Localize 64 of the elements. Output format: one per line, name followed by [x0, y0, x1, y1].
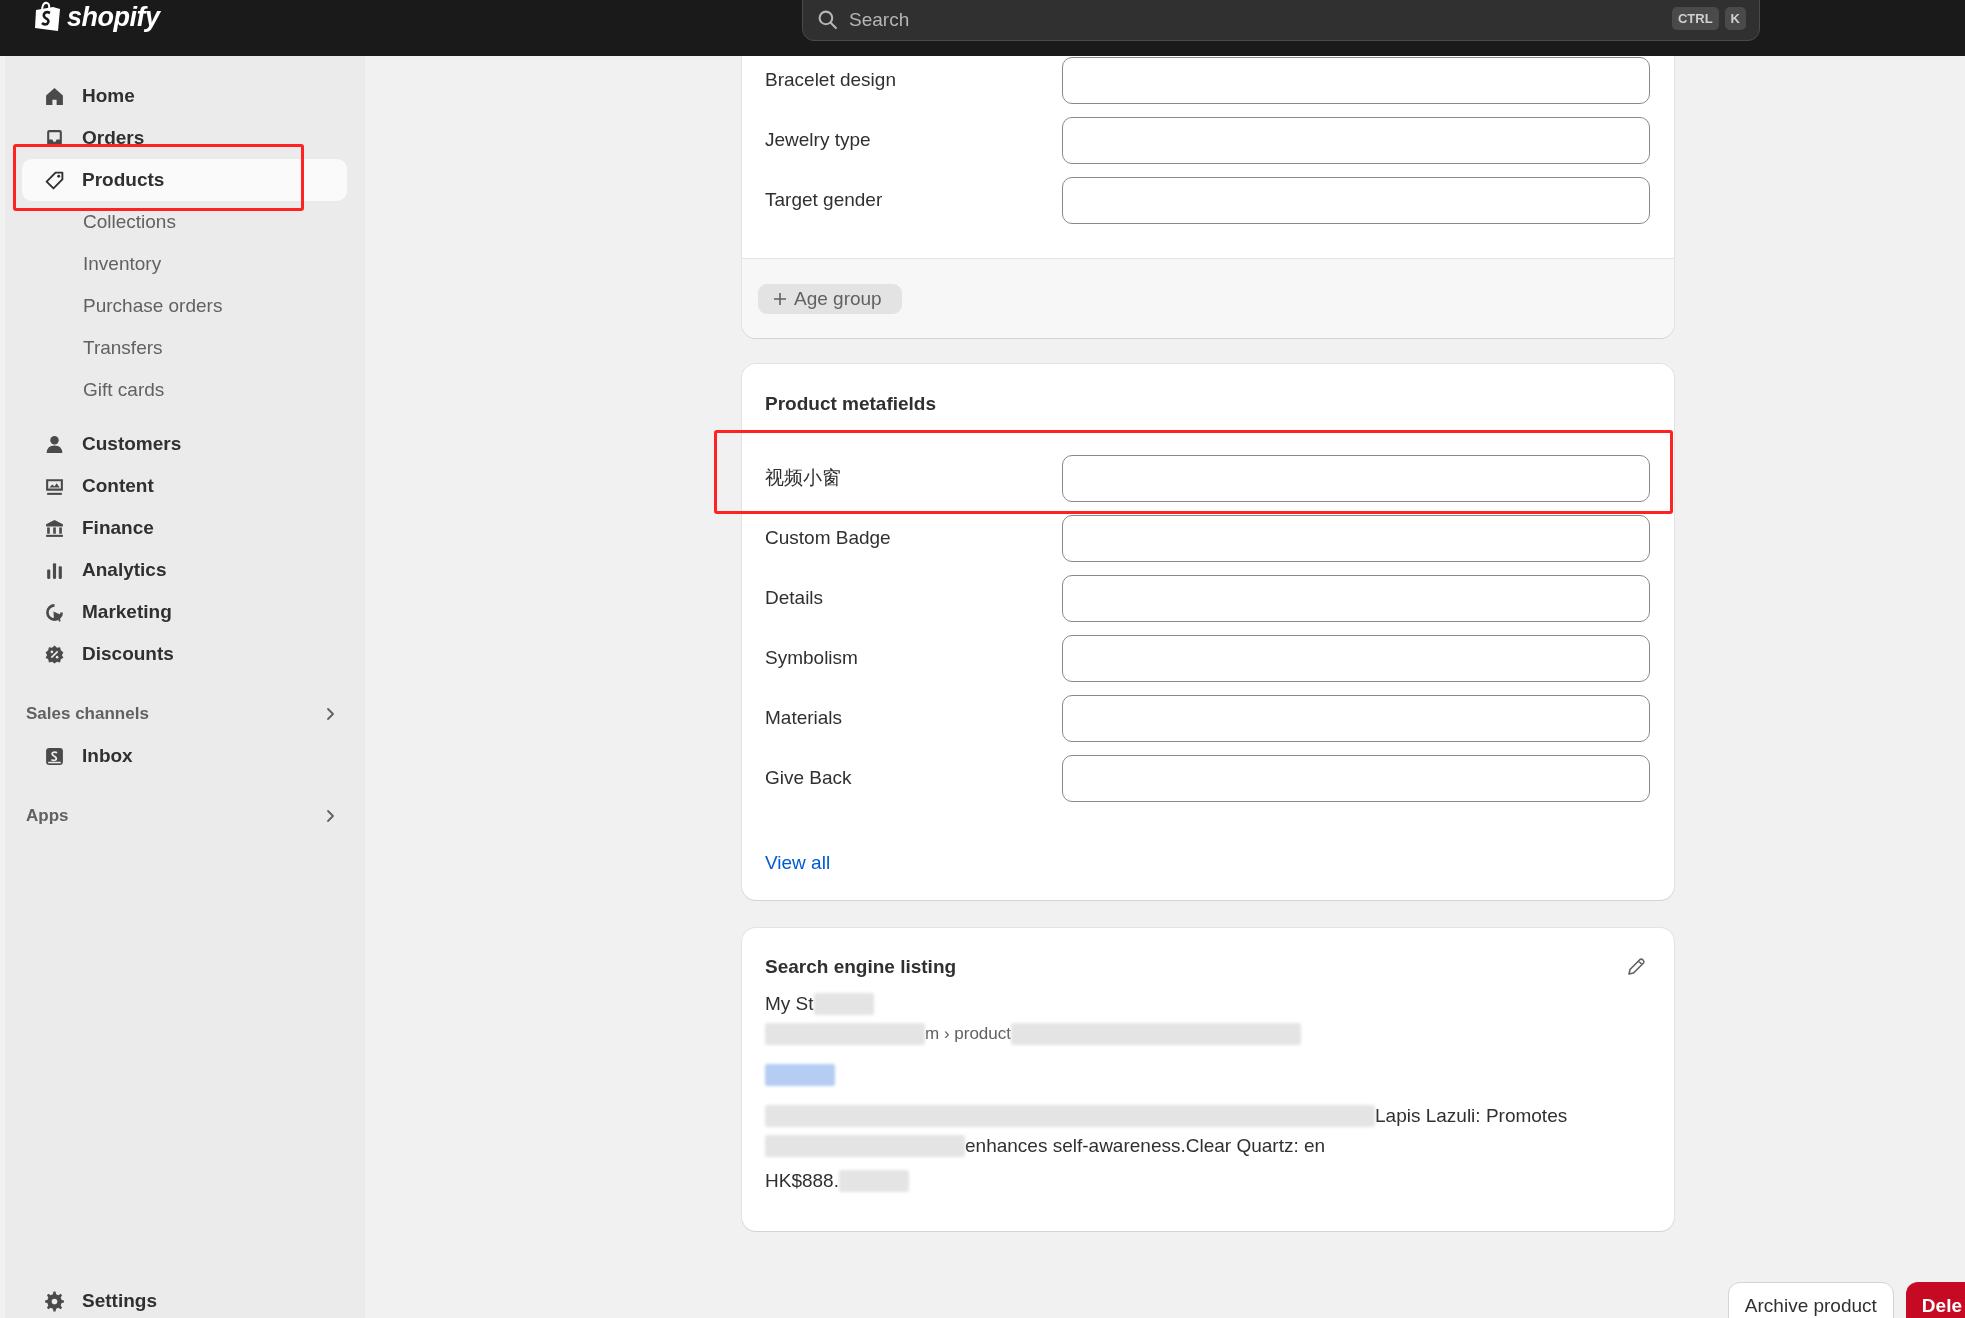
input-field[interactable]: [1062, 634, 1650, 682]
archive-button[interactable]: Archive product: [1727, 1282, 1894, 1318]
delete-button[interactable]: Dele: [1905, 1282, 1965, 1318]
nav-item[interactable]: Customers: [22, 423, 347, 465]
input-field[interactable]: [1062, 514, 1650, 562]
blurred-text: [765, 1064, 835, 1086]
add-button[interactable]: Age group: [758, 283, 902, 314]
nav-item[interactable]: Content: [22, 465, 347, 507]
field-label: Target gender: [765, 189, 884, 211]
nav-item[interactable]: Analytics: [22, 549, 347, 591]
nav-item[interactable]: Orders: [22, 117, 347, 159]
input-field[interactable]: [1062, 454, 1650, 502]
keyboard-key: CTRL: [1671, 7, 1719, 30]
field-label: Symbolism: [765, 647, 859, 669]
field-label: Jewelry type: [765, 129, 872, 151]
nav-item[interactable]: Home: [22, 75, 347, 117]
meta-description: Lapis Lazuli: Promotes: [1375, 1105, 1568, 1127]
nav-item[interactable]: Products: [22, 159, 347, 201]
nav-item[interactable]: Inbox: [22, 735, 347, 777]
nav-item[interactable]: Marketing: [22, 591, 347, 633]
store-name: My St: [765, 993, 814, 1015]
nav-item[interactable]: Discounts: [22, 633, 347, 675]
view-all-link[interactable]: View all: [765, 852, 831, 874]
product-price: HK$888.: [765, 1170, 839, 1192]
nav-subitem[interactable]: Purchase orders: [22, 285, 347, 327]
field-label: Bracelet design: [765, 69, 897, 91]
blurred-text: [838, 1170, 909, 1192]
section-heading[interactable]: Apps: [26, 806, 69, 826]
plus-icon: [772, 290, 788, 307]
card-title: Search engine listing: [765, 955, 957, 979]
house-icon: [44, 85, 65, 107]
field-label: Details: [765, 587, 825, 609]
card-title: Product metafields: [764, 392, 938, 416]
pencil-icon[interactable]: [1625, 956, 1647, 978]
search-icon: [817, 9, 838, 30]
logo-text[interactable]: shopify: [67, 1, 160, 33]
input-field[interactable]: [1062, 116, 1650, 164]
input-field[interactable]: [1062, 694, 1650, 742]
field-label: 视频小窗: [765, 466, 842, 490]
field-label: Materials: [765, 707, 844, 729]
meta-description: enhances self-awareness.Clear Quartz: en: [965, 1135, 1326, 1157]
input-field[interactable]: [1062, 56, 1650, 104]
nav-subitem[interactable]: Transfers: [22, 327, 347, 369]
shopping-bag-icon[interactable]: [33, 1, 63, 33]
bank-icon: [44, 517, 65, 539]
nav-subitem[interactable]: Inventory: [22, 243, 347, 285]
page-url: m › product: [925, 1024, 1011, 1044]
input-field[interactable]: [1062, 754, 1650, 802]
person-icon: [44, 433, 65, 455]
nav-subitem[interactable]: Collections: [22, 201, 347, 243]
nav-subitem[interactable]: Gift cards: [22, 369, 347, 411]
input-field[interactable]: [1062, 176, 1650, 224]
section-heading[interactable]: Sales channels: [26, 704, 149, 724]
input-field[interactable]: [1062, 574, 1650, 622]
blurred-text: [813, 993, 874, 1015]
nav-item[interactable]: Settings: [22, 1280, 347, 1318]
target-cursor-icon: [44, 601, 65, 623]
field-label: Custom Badge: [765, 527, 892, 549]
tag-icon: [44, 169, 65, 191]
field-label: Give Back: [765, 767, 853, 789]
discount-badge-icon: [44, 643, 65, 665]
nav-item[interactable]: Finance: [22, 507, 347, 549]
gear-icon: [44, 1290, 65, 1312]
bag-icon: [44, 745, 65, 767]
